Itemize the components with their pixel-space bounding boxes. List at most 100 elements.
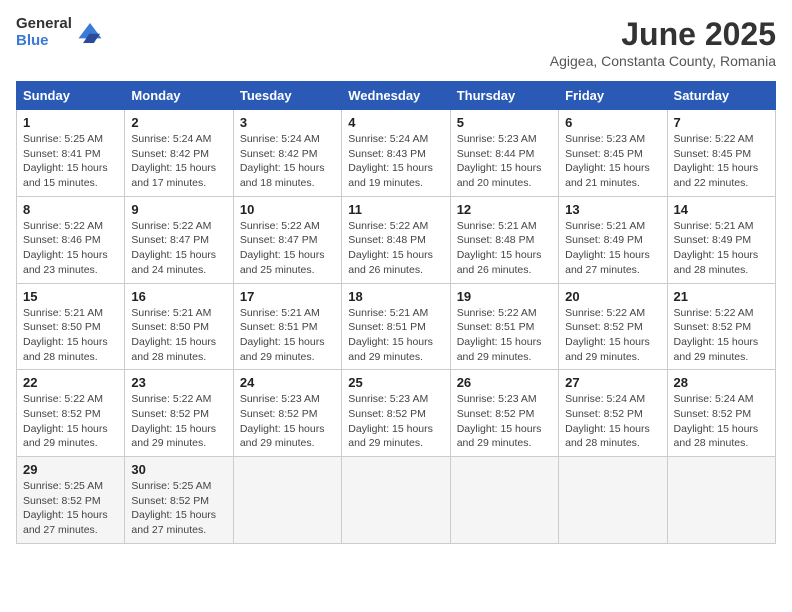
calendar-cell: 19 Sunrise: 5:22 AMSunset: 8:51 PMDayligh… (450, 283, 558, 370)
calendar-week-3: 15Sunrise: 5:21 AMSunset: 8:50 PMDayligh… (17, 283, 776, 370)
day-info: Sunrise: 5:23 AMSunset: 8:52 PMDaylight:… (457, 392, 552, 451)
calendar-cell: 27 Sunrise: 5:24 AMSunset: 8:52 PMDayligh… (559, 370, 667, 457)
day-info: Sunrise: 5:22 AMSunset: 8:48 PMDaylight:… (348, 219, 443, 278)
calendar-cell: 9 Sunrise: 5:22 AMSunset: 8:47 PMDaylight… (125, 196, 233, 283)
day-info: Sunrise: 5:22 AMSunset: 8:52 PMDaylight:… (23, 392, 118, 451)
calendar-cell: 15Sunrise: 5:21 AMSunset: 8:50 PMDayligh… (17, 283, 125, 370)
day-number: 15 (23, 289, 118, 304)
logo: General Blue (16, 16, 102, 49)
day-info: Sunrise: 5:22 AMSunset: 8:52 PMDaylight:… (565, 306, 660, 365)
logo-general: General (16, 16, 72, 33)
day-number: 22 (23, 375, 118, 390)
day-info: Sunrise: 5:21 AMSunset: 8:49 PMDaylight:… (565, 219, 660, 278)
day-info: Sunrise: 5:24 AMSunset: 8:42 PMDaylight:… (131, 132, 226, 191)
calendar-week-2: 8 Sunrise: 5:22 AMSunset: 8:46 PMDaylight… (17, 196, 776, 283)
calendar-cell: 30 Sunrise: 5:25 AMSunset: 8:52 PMDayligh… (125, 457, 233, 544)
calendar-cell (233, 457, 341, 544)
day-info: Sunrise: 5:21 AMSunset: 8:51 PMDaylight:… (348, 306, 443, 365)
day-number: 30 (131, 462, 226, 477)
day-info: Sunrise: 5:22 AMSunset: 8:47 PMDaylight:… (131, 219, 226, 278)
day-info: Sunrise: 5:21 AMSunset: 8:48 PMDaylight:… (457, 219, 552, 278)
day-number: 23 (131, 375, 226, 390)
day-number: 11 (348, 202, 443, 217)
calendar-cell: 21Sunrise: 5:22 AMSunset: 8:52 PMDayligh… (667, 283, 775, 370)
day-number: 1 (23, 115, 118, 130)
day-number: 28 (674, 375, 769, 390)
header: General Blue June 2025 Agigea, Constanta… (16, 16, 776, 69)
calendar-cell: 24Sunrise: 5:23 AMSunset: 8:52 PMDayligh… (233, 370, 341, 457)
day-number: 13 (565, 202, 660, 217)
calendar-week-4: 22 Sunrise: 5:22 AMSunset: 8:52 PMDayligh… (17, 370, 776, 457)
month-title: June 2025 (550, 16, 776, 53)
calendar-cell: 17 Sunrise: 5:21 AMSunset: 8:51 PMDayligh… (233, 283, 341, 370)
title-area: June 2025 Agigea, Constanta County, Roma… (550, 16, 776, 69)
calendar-cell: 4Sunrise: 5:24 AMSunset: 8:43 PMDaylight… (342, 110, 450, 197)
day-number: 5 (457, 115, 552, 130)
calendar-cell (342, 457, 450, 544)
calendar: SundayMondayTuesdayWednesdayThursdayFrid… (16, 81, 776, 544)
calendar-cell: 23 Sunrise: 5:22 AMSunset: 8:52 PMDayligh… (125, 370, 233, 457)
calendar-cell: 11 Sunrise: 5:22 AMSunset: 8:48 PMDayligh… (342, 196, 450, 283)
day-number: 9 (131, 202, 226, 217)
weekday-header-tuesday: Tuesday (233, 82, 341, 110)
calendar-cell (559, 457, 667, 544)
day-number: 19 (457, 289, 552, 304)
calendar-cell: 2 Sunrise: 5:24 AMSunset: 8:42 PMDaylight… (125, 110, 233, 197)
calendar-cell: 13 Sunrise: 5:21 AMSunset: 8:49 PMDayligh… (559, 196, 667, 283)
calendar-cell: 6Sunrise: 5:23 AMSunset: 8:45 PMDaylight… (559, 110, 667, 197)
calendar-week-5: 29 Sunrise: 5:25 AMSunset: 8:52 PMDayligh… (17, 457, 776, 544)
day-number: 20 (565, 289, 660, 304)
weekday-header-wednesday: Wednesday (342, 82, 450, 110)
day-number: 17 (240, 289, 335, 304)
day-number: 27 (565, 375, 660, 390)
weekday-header-monday: Monday (125, 82, 233, 110)
day-number: 26 (457, 375, 552, 390)
weekday-header-friday: Friday (559, 82, 667, 110)
weekday-header-sunday: Sunday (17, 82, 125, 110)
day-info: Sunrise: 5:24 AMSunset: 8:52 PMDaylight:… (565, 392, 660, 451)
day-number: 29 (23, 462, 118, 477)
calendar-cell (667, 457, 775, 544)
day-info: Sunrise: 5:21 AMSunset: 8:49 PMDaylight:… (674, 219, 769, 278)
day-info: Sunrise: 5:25 AMSunset: 8:41 PMDaylight:… (23, 132, 118, 191)
day-info: Sunrise: 5:25 AMSunset: 8:52 PMDaylight:… (131, 479, 226, 538)
weekday-header-thursday: Thursday (450, 82, 558, 110)
calendar-cell: 16Sunrise: 5:21 AMSunset: 8:50 PMDayligh… (125, 283, 233, 370)
calendar-cell: 12 Sunrise: 5:21 AMSunset: 8:48 PMDayligh… (450, 196, 558, 283)
day-info: Sunrise: 5:25 AMSunset: 8:52 PMDaylight:… (23, 479, 118, 538)
day-number: 2 (131, 115, 226, 130)
day-info: Sunrise: 5:21 AMSunset: 8:51 PMDaylight:… (240, 306, 335, 365)
calendar-cell: 29 Sunrise: 5:25 AMSunset: 8:52 PMDayligh… (17, 457, 125, 544)
day-number: 12 (457, 202, 552, 217)
calendar-cell: 5 Sunrise: 5:23 AMSunset: 8:44 PMDaylight… (450, 110, 558, 197)
calendar-cell: 7 Sunrise: 5:22 AMSunset: 8:45 PMDaylight… (667, 110, 775, 197)
weekday-header-saturday: Saturday (667, 82, 775, 110)
calendar-cell: 25 Sunrise: 5:23 AMSunset: 8:52 PMDayligh… (342, 370, 450, 457)
day-info: Sunrise: 5:23 AMSunset: 8:52 PMDaylight:… (348, 392, 443, 451)
day-number: 3 (240, 115, 335, 130)
day-number: 7 (674, 115, 769, 130)
day-info: Sunrise: 5:22 AMSunset: 8:46 PMDaylight:… (23, 219, 118, 278)
day-info: Sunrise: 5:23 AMSunset: 8:44 PMDaylight:… (457, 132, 552, 191)
day-number: 8 (23, 202, 118, 217)
day-info: Sunrise: 5:24 AMSunset: 8:52 PMDaylight:… (674, 392, 769, 451)
day-number: 14 (674, 202, 769, 217)
day-number: 10 (240, 202, 335, 217)
day-info: Sunrise: 5:23 AMSunset: 8:45 PMDaylight:… (565, 132, 660, 191)
day-info: Sunrise: 5:22 AMSunset: 8:52 PMDaylight:… (131, 392, 226, 451)
day-number: 25 (348, 375, 443, 390)
day-info: Sunrise: 5:22 AMSunset: 8:47 PMDaylight:… (240, 219, 335, 278)
day-number: 16 (131, 289, 226, 304)
day-number: 24 (240, 375, 335, 390)
day-info: Sunrise: 5:22 AMSunset: 8:45 PMDaylight:… (674, 132, 769, 191)
calendar-week-1: 1 Sunrise: 5:25 AMSunset: 8:41 PMDaylight… (17, 110, 776, 197)
day-info: Sunrise: 5:24 AMSunset: 8:43 PMDaylight:… (348, 132, 443, 191)
day-info: Sunrise: 5:24 AMSunset: 8:42 PMDaylight:… (240, 132, 335, 191)
day-info: Sunrise: 5:22 AMSunset: 8:52 PMDaylight:… (674, 306, 769, 365)
logo-blue: Blue (16, 33, 72, 50)
day-info: Sunrise: 5:22 AMSunset: 8:51 PMDaylight:… (457, 306, 552, 365)
subtitle: Agigea, Constanta County, Romania (550, 53, 776, 69)
calendar-cell: 22 Sunrise: 5:22 AMSunset: 8:52 PMDayligh… (17, 370, 125, 457)
calendar-cell: 8 Sunrise: 5:22 AMSunset: 8:46 PMDaylight… (17, 196, 125, 283)
day-number: 18 (348, 289, 443, 304)
